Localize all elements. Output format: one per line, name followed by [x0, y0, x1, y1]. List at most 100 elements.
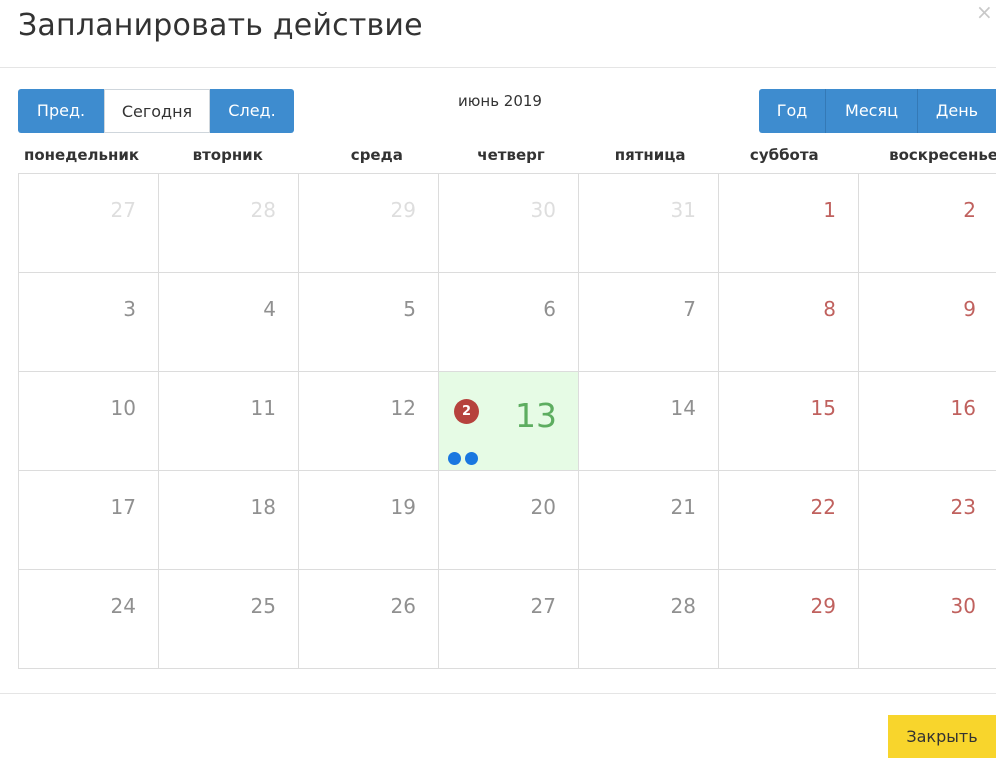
- weekday-label: понедельник: [24, 146, 140, 164]
- day-number: 19: [390, 495, 416, 519]
- day-cell[interactable]: 28: [159, 174, 299, 273]
- close-icon[interactable]: ×: [976, 2, 993, 22]
- week-row: 3 4 5 6 7 8 9: [19, 273, 996, 372]
- day-number: 4: [263, 297, 276, 321]
- day-cell[interactable]: 15: [719, 372, 859, 471]
- day-number: 28: [250, 198, 276, 222]
- day-number: 29: [810, 594, 836, 618]
- day-number: 9: [963, 297, 976, 321]
- day-cell[interactable]: 1: [719, 174, 859, 273]
- day-number: 1: [823, 198, 836, 222]
- next-button[interactable]: След.: [210, 89, 294, 133]
- day-cell[interactable]: 30: [859, 570, 996, 669]
- day-cell[interactable]: 10: [19, 372, 159, 471]
- weekday-label: вторник: [192, 146, 263, 164]
- day-number: 20: [530, 495, 556, 519]
- header-divider: [0, 67, 996, 68]
- day-number: 16: [950, 396, 976, 420]
- day-cell[interactable]: 6: [439, 273, 579, 372]
- day-cell[interactable]: 31: [579, 174, 719, 273]
- day-cell[interactable]: 3: [19, 273, 159, 372]
- weekday-label: воскресенье: [889, 146, 996, 164]
- day-cell[interactable]: 20: [439, 471, 579, 570]
- day-cell[interactable]: 11: [159, 372, 299, 471]
- day-number: 30: [530, 198, 556, 222]
- day-number: 12: [390, 396, 416, 420]
- day-cell[interactable]: 4: [159, 273, 299, 372]
- day-cell-today[interactable]: 2 13: [439, 372, 579, 471]
- day-cell[interactable]: 18: [159, 471, 299, 570]
- day-cell[interactable]: 29: [299, 174, 439, 273]
- day-cell[interactable]: 26: [299, 570, 439, 669]
- day-cell[interactable]: 21: [579, 471, 719, 570]
- day-number: 21: [670, 495, 696, 519]
- day-number: 22: [810, 495, 836, 519]
- week-row: 10 11 12 2 13 14 15 16: [19, 372, 996, 471]
- day-number: 26: [390, 594, 416, 618]
- footer-divider: [0, 693, 996, 694]
- day-number: 5: [403, 297, 416, 321]
- week-row: 17 18 19 20 21 22 23: [19, 471, 996, 570]
- day-number: 3: [123, 297, 136, 321]
- day-number: 13: [515, 396, 557, 435]
- day-cell[interactable]: 22: [719, 471, 859, 570]
- day-cell[interactable]: 30: [439, 174, 579, 273]
- day-number: 25: [250, 594, 276, 618]
- day-cell[interactable]: 5: [299, 273, 439, 372]
- day-cell[interactable]: 16: [859, 372, 996, 471]
- day-cell[interactable]: 24: [19, 570, 159, 669]
- nav-button-group: Пред. Сегодня След.: [18, 89, 294, 133]
- month-title: июнь 2019: [458, 92, 542, 110]
- year-view-button[interactable]: Год: [759, 89, 826, 133]
- day-number: 6: [543, 297, 556, 321]
- day-cell[interactable]: 14: [579, 372, 719, 471]
- weekday-label: суббота: [749, 146, 819, 164]
- day-number: 23: [950, 495, 976, 519]
- event-dots: [448, 452, 478, 465]
- day-number: 29: [390, 198, 416, 222]
- week-row: 27 28 29 30 31 1 2: [19, 174, 996, 273]
- day-number: 2: [963, 198, 976, 222]
- event-dot[interactable]: [465, 452, 478, 465]
- day-number: 27: [530, 594, 556, 618]
- day-number: 11: [250, 396, 276, 420]
- day-cell[interactable]: 2: [859, 174, 996, 273]
- today-button[interactable]: Сегодня: [104, 89, 210, 133]
- day-cell[interactable]: 25: [159, 570, 299, 669]
- week-row: 24 25 26 27 28 29 30: [19, 570, 996, 669]
- day-cell[interactable]: 9: [859, 273, 996, 372]
- weekday-header: понедельник вторник среда четверг пятниц…: [18, 144, 996, 166]
- day-cell[interactable]: 12: [299, 372, 439, 471]
- month-view-button[interactable]: Месяц: [826, 89, 918, 133]
- day-cell[interactable]: 27: [439, 570, 579, 669]
- prev-button[interactable]: Пред.: [18, 89, 104, 133]
- close-button[interactable]: Закрыть: [888, 715, 996, 758]
- event-dot[interactable]: [448, 452, 461, 465]
- calendar-grid: 27 28 29 30 31 1 2 3 4 5 6 7 8 9 10 11 1…: [18, 173, 996, 669]
- day-cell[interactable]: 17: [19, 471, 159, 570]
- weekday-label: среда: [350, 146, 403, 164]
- day-number: 28: [670, 594, 696, 618]
- day-cell[interactable]: 27: [19, 174, 159, 273]
- day-number: 30: [950, 594, 976, 618]
- day-number: 24: [110, 594, 136, 618]
- day-number: 15: [810, 396, 836, 420]
- day-number: 8: [823, 297, 836, 321]
- day-cell[interactable]: 8: [719, 273, 859, 372]
- day-cell[interactable]: 7: [579, 273, 719, 372]
- day-number: 14: [670, 396, 696, 420]
- weekday-label: пятница: [614, 146, 686, 164]
- event-count-badge[interactable]: 2: [454, 399, 479, 424]
- day-number: 7: [683, 297, 696, 321]
- view-button-group: Год Месяц День: [759, 89, 996, 133]
- day-cell[interactable]: 19: [299, 471, 439, 570]
- day-cell[interactable]: 28: [579, 570, 719, 669]
- day-number: 18: [250, 495, 276, 519]
- day-cell[interactable]: 29: [719, 570, 859, 669]
- weekday-label: четверг: [477, 146, 545, 164]
- day-number: 31: [670, 198, 696, 222]
- day-number: 27: [110, 198, 136, 222]
- day-view-button[interactable]: День: [918, 89, 996, 133]
- day-cell[interactable]: 23: [859, 471, 996, 570]
- day-number: 17: [110, 495, 136, 519]
